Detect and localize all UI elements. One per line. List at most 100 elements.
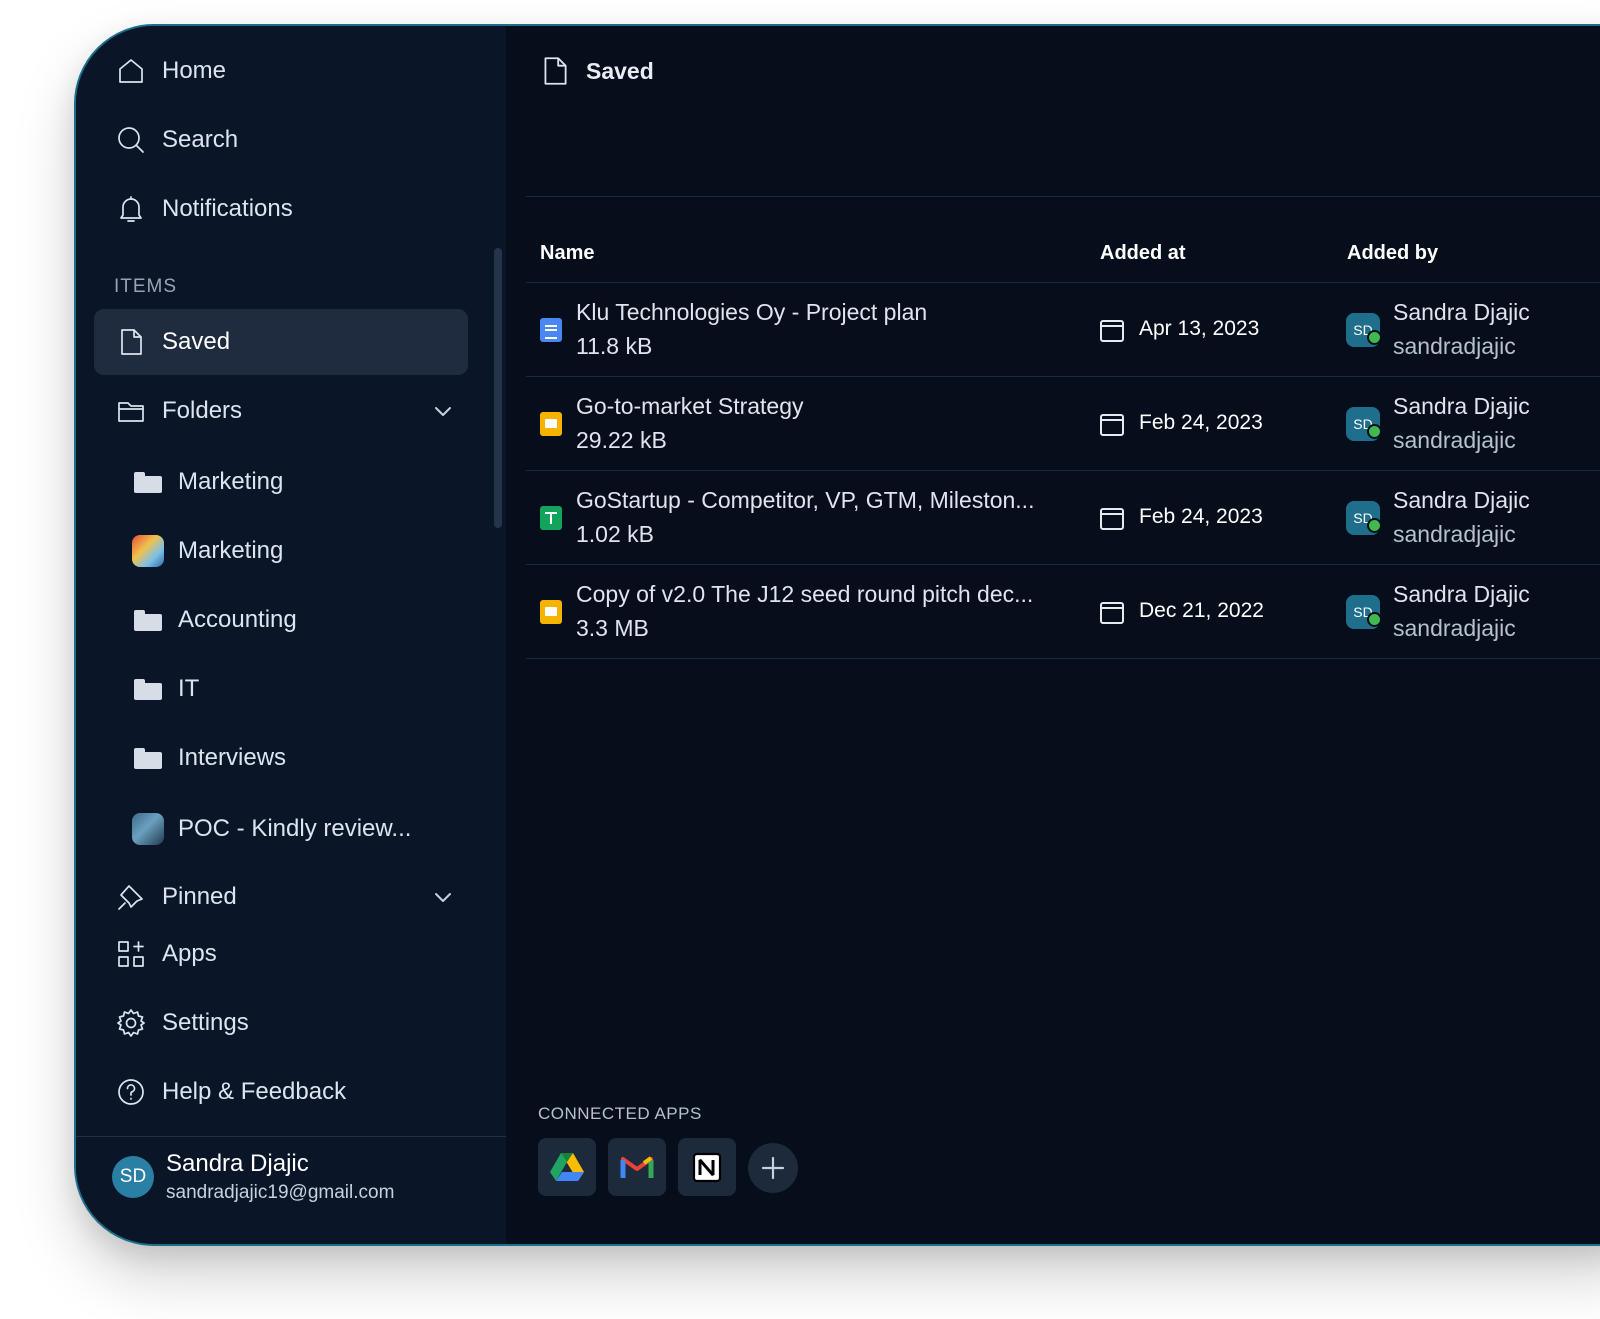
- calendar-icon: [1099, 505, 1125, 531]
- file-name[interactable]: Copy of v2.0 The J12 seed round pitch de…: [576, 581, 1033, 608]
- nav-apps-label: Apps: [162, 940, 217, 967]
- file-icon: [544, 57, 567, 85]
- file-name[interactable]: GoStartup - Competitor, VP, GTM, Milesto…: [576, 487, 1034, 514]
- user-name: Sandra Djajic: [166, 1150, 309, 1177]
- file-name[interactable]: Go-to-market Strategy: [576, 393, 804, 420]
- gmail-icon: [620, 1156, 654, 1178]
- connected-apps-label: CONNECTED APPS: [538, 1104, 702, 1123]
- avatar: SD: [112, 1156, 154, 1198]
- calendar-icon: [1099, 599, 1125, 625]
- google-slides-icon: [540, 412, 562, 436]
- folder-icon: [114, 394, 148, 428]
- user-profile[interactable]: SD Sandra Djajic sandradjajic19@gmail.co…: [112, 1150, 394, 1204]
- google-drive-icon: [550, 1153, 584, 1181]
- avatar: SD: [1346, 501, 1382, 535]
- google-sheets-icon: [540, 506, 562, 530]
- folder-item-label: Marketing: [178, 537, 284, 564]
- folder-item-label: POC - Kindly review...: [178, 815, 412, 842]
- main-content: Saved Name Added at Added by Klu Technol…: [506, 26, 1600, 1244]
- items-section-label: ITEMS: [114, 276, 178, 297]
- search-icon: [114, 123, 148, 157]
- column-header-added-at[interactable]: Added at: [1100, 242, 1186, 265]
- file-size: 1.02 kB: [576, 521, 654, 547]
- added-date: Dec 21, 2022: [1139, 599, 1264, 622]
- chevron-down-icon[interactable]: [432, 886, 454, 908]
- help-icon: [114, 1075, 148, 1109]
- folder-item-marketing-funky[interactable]: Marketing: [132, 523, 468, 579]
- folder-item-marketing[interactable]: Marketing: [132, 454, 468, 510]
- home-icon: [114, 54, 148, 88]
- page-header: Saved: [538, 54, 654, 88]
- table-row[interactable]: GoStartup - Competitor, VP, GTM, Milesto…: [526, 471, 1600, 565]
- folder-icon: [132, 466, 164, 498]
- nav-settings[interactable]: Settings: [94, 990, 468, 1056]
- page-title: Saved: [586, 57, 654, 84]
- folder-item-label: Marketing: [178, 468, 284, 495]
- nav-help[interactable]: Help & Feedback: [94, 1059, 468, 1125]
- avatar: SD: [1346, 313, 1382, 347]
- apps-grid-icon: [114, 937, 148, 971]
- folder-icon: [132, 742, 164, 774]
- nav-folders-label: Folders: [162, 397, 243, 424]
- poc-thumbnail-icon: [132, 813, 164, 845]
- folder-item-label: Interviews: [178, 744, 287, 771]
- table-row[interactable]: Copy of v2.0 The J12 seed round pitch de…: [526, 565, 1600, 659]
- google-slides-icon: [540, 600, 562, 624]
- sidebar-scrollbar[interactable]: [494, 248, 502, 528]
- notion-icon: [692, 1152, 722, 1183]
- nav-home[interactable]: Home: [94, 38, 468, 104]
- added-by-name: Sandra Djajic: [1393, 393, 1530, 419]
- column-header-name[interactable]: Name: [540, 242, 594, 265]
- plus-icon: [761, 1156, 785, 1180]
- funky-thumbnail-icon: [132, 535, 164, 567]
- nav-notifications-label: Notifications: [162, 195, 293, 222]
- nav-search-label: Search: [162, 126, 239, 153]
- google-drive-app-button[interactable]: [538, 1138, 596, 1196]
- notion-app-button[interactable]: [678, 1138, 736, 1196]
- nav-folders[interactable]: Folders: [94, 378, 468, 444]
- nav-apps[interactable]: Apps: [94, 921, 468, 987]
- google-docs-icon: [540, 318, 562, 342]
- folder-item-it[interactable]: IT: [132, 661, 468, 717]
- added-date: Feb 24, 2023: [1139, 411, 1263, 434]
- nav-pinned-label: Pinned: [162, 883, 237, 910]
- bell-icon: [114, 192, 148, 226]
- calendar-icon: [1099, 317, 1125, 343]
- column-header-added-by[interactable]: Added by: [1347, 242, 1438, 265]
- nav-home-label: Home: [162, 57, 227, 84]
- file-icon: [114, 325, 148, 359]
- divider: [76, 1136, 506, 1137]
- added-by-name: Sandra Djajic: [1393, 487, 1530, 513]
- sidebar: Home Search Notifications ITEMS Saved Fo…: [76, 26, 506, 1244]
- calendar-icon: [1099, 411, 1125, 437]
- folder-item-accounting[interactable]: Accounting: [132, 592, 468, 648]
- nav-settings-label: Settings: [162, 1009, 249, 1036]
- nav-help-label: Help & Feedback: [162, 1078, 347, 1105]
- folder-icon: [132, 673, 164, 705]
- file-size: 11.8 kB: [576, 333, 653, 359]
- added-by-username: sandradjajic: [1393, 521, 1516, 547]
- avatar: SD: [1346, 407, 1382, 441]
- folder-item-interviews[interactable]: Interviews: [132, 730, 468, 786]
- user-email: sandradjajic19@gmail.com: [166, 1182, 395, 1203]
- folder-item-label: Accounting: [178, 606, 297, 633]
- nav-notifications[interactable]: Notifications: [94, 176, 468, 242]
- table-row[interactable]: Klu Technologies Oy - Project plan 11.8 …: [526, 283, 1600, 377]
- app-window: Home Search Notifications ITEMS Saved Fo…: [74, 24, 1600, 1246]
- added-date: Apr 13, 2023: [1139, 317, 1260, 340]
- pin-icon: [114, 880, 148, 914]
- added-by-name: Sandra Djajic: [1393, 581, 1530, 607]
- folder-item-poc[interactable]: POC - Kindly review...: [132, 801, 468, 857]
- chevron-down-icon[interactable]: [432, 400, 454, 422]
- gmail-app-button[interactable]: [608, 1138, 666, 1196]
- file-name[interactable]: Klu Technologies Oy - Project plan: [576, 299, 927, 326]
- add-app-button[interactable]: [748, 1143, 798, 1193]
- folder-item-label: IT: [178, 675, 200, 702]
- nav-saved-label: Saved: [162, 328, 231, 355]
- folder-icon: [132, 604, 164, 636]
- added-by-username: sandradjajic: [1393, 427, 1516, 453]
- nav-saved[interactable]: Saved: [94, 309, 468, 375]
- table-row[interactable]: Go-to-market Strategy 29.22 kB Feb 24, 2…: [526, 377, 1600, 471]
- file-size: 29.22 kB: [576, 427, 667, 453]
- nav-search[interactable]: Search: [94, 107, 468, 173]
